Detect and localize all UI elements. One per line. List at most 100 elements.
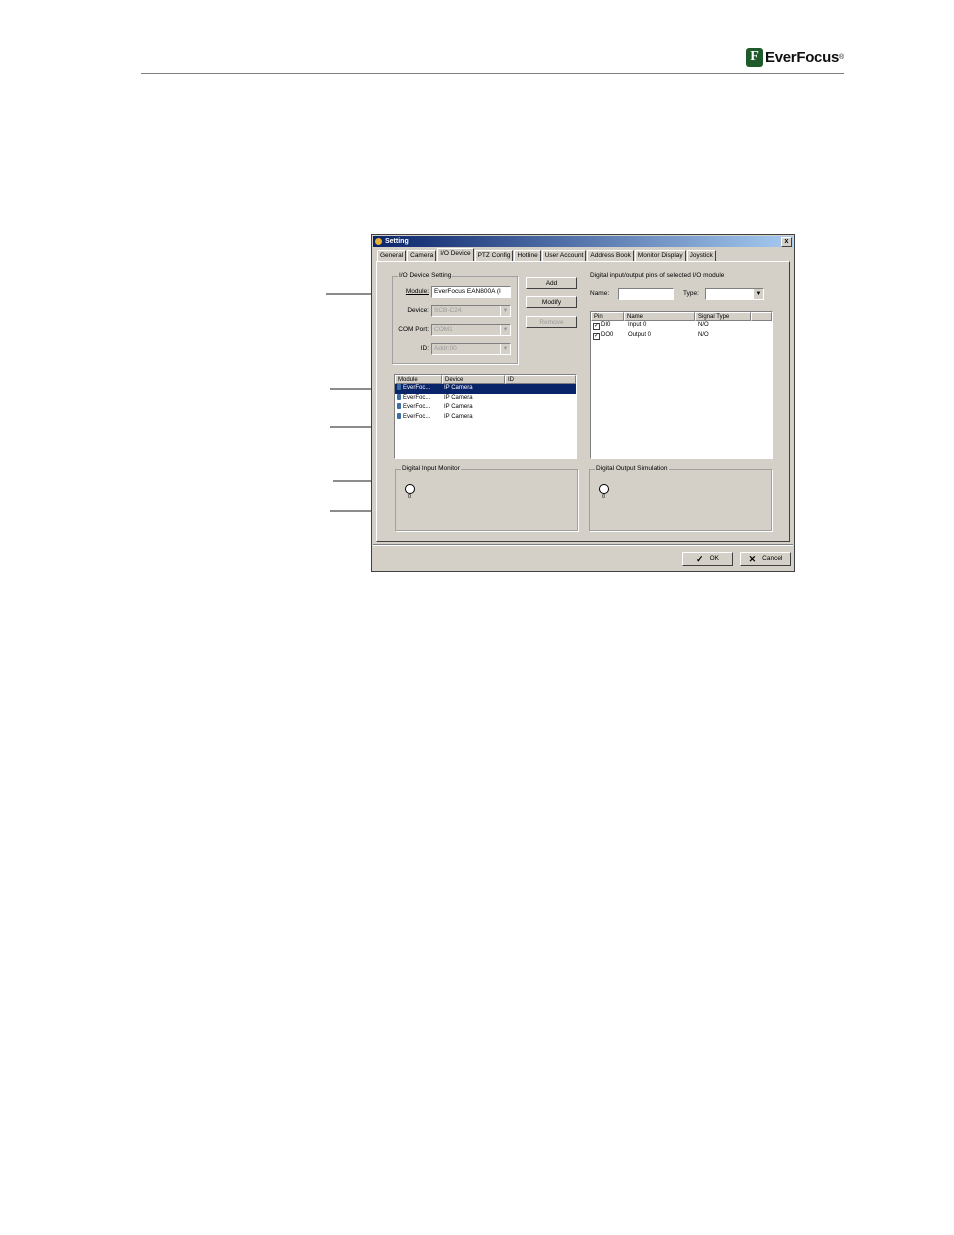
id-select[interactable]: Addr:00 ▼ (431, 343, 511, 355)
device-cell: IP Camera (444, 413, 473, 420)
chevron-down-icon: ▼ (500, 306, 510, 316)
io-device-setting-title: I/O Device Setting (398, 272, 453, 280)
pin-type-select[interactable]: ▼ (705, 288, 764, 300)
id-select-value: Addr:00 (434, 345, 457, 352)
cancel-label: Cancel (762, 555, 783, 562)
list-item[interactable]: EverFoc... IP Camera (395, 384, 576, 394)
tab-address-book[interactable]: Address Book (587, 250, 634, 261)
remove-button[interactable]: Remove (526, 316, 577, 328)
pin-name-field[interactable] (618, 288, 674, 300)
column-pin[interactable]: Pin (591, 312, 624, 321)
ok-button[interactable]: ✓ OK (682, 552, 733, 566)
tab-camera[interactable]: Camera (407, 250, 437, 261)
column-device[interactable]: Device (442, 375, 505, 384)
camera-icon (397, 393, 401, 400)
io-device-panel: I/O Device Setting Module: EverFocus EAN… (376, 261, 790, 542)
device-select[interactable]: SCB-C24 ▼ (431, 305, 511, 317)
digital-input-monitor-group: Digital Input Monitor 0 (395, 465, 578, 531)
column-name[interactable]: Name (624, 312, 695, 321)
ok-label: OK (709, 555, 719, 562)
pin-cell: ✓ DO0 (591, 331, 624, 341)
com-port-select-value: COM1 (434, 326, 453, 333)
tab-io-device[interactable]: I/O Device (437, 248, 474, 261)
id-cell (505, 384, 576, 394)
module-cell-text: EverFoc... (403, 385, 431, 391)
tab-hotline[interactable]: Hotline (514, 250, 541, 261)
list-item[interactable]: ✓ DI0 Input 0 N/O (591, 321, 772, 331)
list-item[interactable]: EverFoc... IP Camera (395, 403, 576, 413)
pin-cell: ✓ DI0 (591, 321, 624, 331)
tab-user-account[interactable]: User Account (541, 250, 587, 261)
module-cell-text: EverFoc... (403, 404, 431, 410)
logo-text: EverFocus (765, 48, 839, 66)
dialog-titlebar: Setting x (373, 236, 793, 247)
com-port-label: COM Port: (398, 326, 429, 333)
close-x-icon: ✕ (748, 554, 757, 564)
output-led-label: 0 (602, 494, 606, 500)
list-item[interactable]: EverFoc... IP Camera (395, 393, 576, 404)
device-label: Device: (407, 307, 429, 314)
name-label: Name: (590, 290, 610, 297)
cancel-button[interactable]: ✕ Cancel (740, 552, 791, 566)
module-cell-text: EverFoc... (403, 394, 431, 401)
module-cell-text: EverFoc... (403, 413, 431, 420)
tab-strip: General Camera I/O Device PTZ Config Hot… (377, 248, 717, 261)
module-field[interactable]: EverFocus EAN800A (I (431, 286, 511, 298)
device-cell: IP Camera (444, 394, 473, 401)
pin-list-header: Pin Name Signal Type (591, 312, 772, 321)
pins-title: Digital input/output pins of selected I/… (590, 272, 725, 279)
chevron-down-icon: ▼ (500, 344, 510, 354)
everfocus-logo: F EverFocus ® (746, 46, 844, 68)
chevron-down-icon: ▼ (753, 289, 763, 299)
modify-button[interactable]: Modify (526, 296, 577, 308)
checkbox-checked-icon[interactable]: ✓ (593, 323, 600, 330)
camera-icon (397, 412, 401, 419)
tab-ptz-config[interactable]: PTZ Config (474, 250, 514, 261)
pin-name-cell: Input 0 (628, 322, 647, 328)
id-cell (505, 403, 576, 413)
signal-type-cell: N/O (698, 331, 709, 338)
device-cell: IP Camera (444, 404, 473, 410)
input-led-label: 0 (408, 494, 412, 500)
close-button[interactable]: x (781, 237, 792, 247)
column-signal-type[interactable]: Signal Type (695, 312, 751, 321)
header-rule (141, 73, 844, 74)
com-port-select[interactable]: COM1 ▼ (431, 324, 511, 336)
digital-output-simulation-group: Digital Output Simulation 0 (589, 465, 772, 531)
module-cell: EverFoc... (395, 412, 442, 423)
list-item[interactable]: ✓ DO0 Output 0 N/O (591, 331, 772, 341)
module-cell: EverFoc... (395, 384, 442, 394)
pin-cell-text: DI0 (601, 322, 611, 328)
pin-cell-text: DO0 (601, 331, 614, 338)
signal-type-cell: N/O (698, 322, 709, 328)
list-item[interactable]: EverFoc... IP Camera (395, 412, 576, 423)
tab-monitor-display[interactable]: Monitor Display (634, 250, 686, 261)
digital-output-simulation-title: Digital Output Simulation (595, 465, 669, 473)
input-led-indicator (405, 484, 415, 494)
module-cell: EverFoc... (395, 393, 442, 404)
bottom-separator (373, 544, 793, 546)
setting-dialog: Setting x General Camera I/O Device PTZ … (371, 234, 795, 572)
camera-icon (397, 403, 401, 409)
add-button[interactable]: Add (526, 277, 577, 289)
column-id[interactable]: ID (505, 375, 576, 384)
device-cell: IP Camera (444, 385, 473, 391)
module-label: Module: (405, 288, 429, 295)
tab-general[interactable]: General (377, 250, 407, 261)
dialog-title: Setting (385, 238, 409, 245)
module-cell: EverFoc... (395, 403, 442, 413)
device-select-value: SCB-C24 (434, 307, 462, 314)
column-module[interactable]: Module (395, 375, 442, 384)
column-filler (751, 312, 772, 321)
id-cell (505, 394, 576, 404)
id-cell (505, 413, 576, 423)
checkbox-checked-icon[interactable]: ✓ (593, 332, 600, 340)
app-icon (375, 238, 382, 245)
output-led-button[interactable] (599, 484, 609, 494)
pin-list[interactable]: Pin Name Signal Type ✓ DI0 Input 0 N/O ✓ D… (590, 311, 773, 459)
tab-joystick[interactable]: Joystick (686, 250, 716, 261)
camera-icon (397, 384, 401, 390)
chevron-down-icon: ▼ (500, 325, 510, 335)
module-list[interactable]: Module Device ID EverFoc... IP Camera Ev… (394, 374, 577, 459)
id-label: ID: (420, 345, 429, 352)
